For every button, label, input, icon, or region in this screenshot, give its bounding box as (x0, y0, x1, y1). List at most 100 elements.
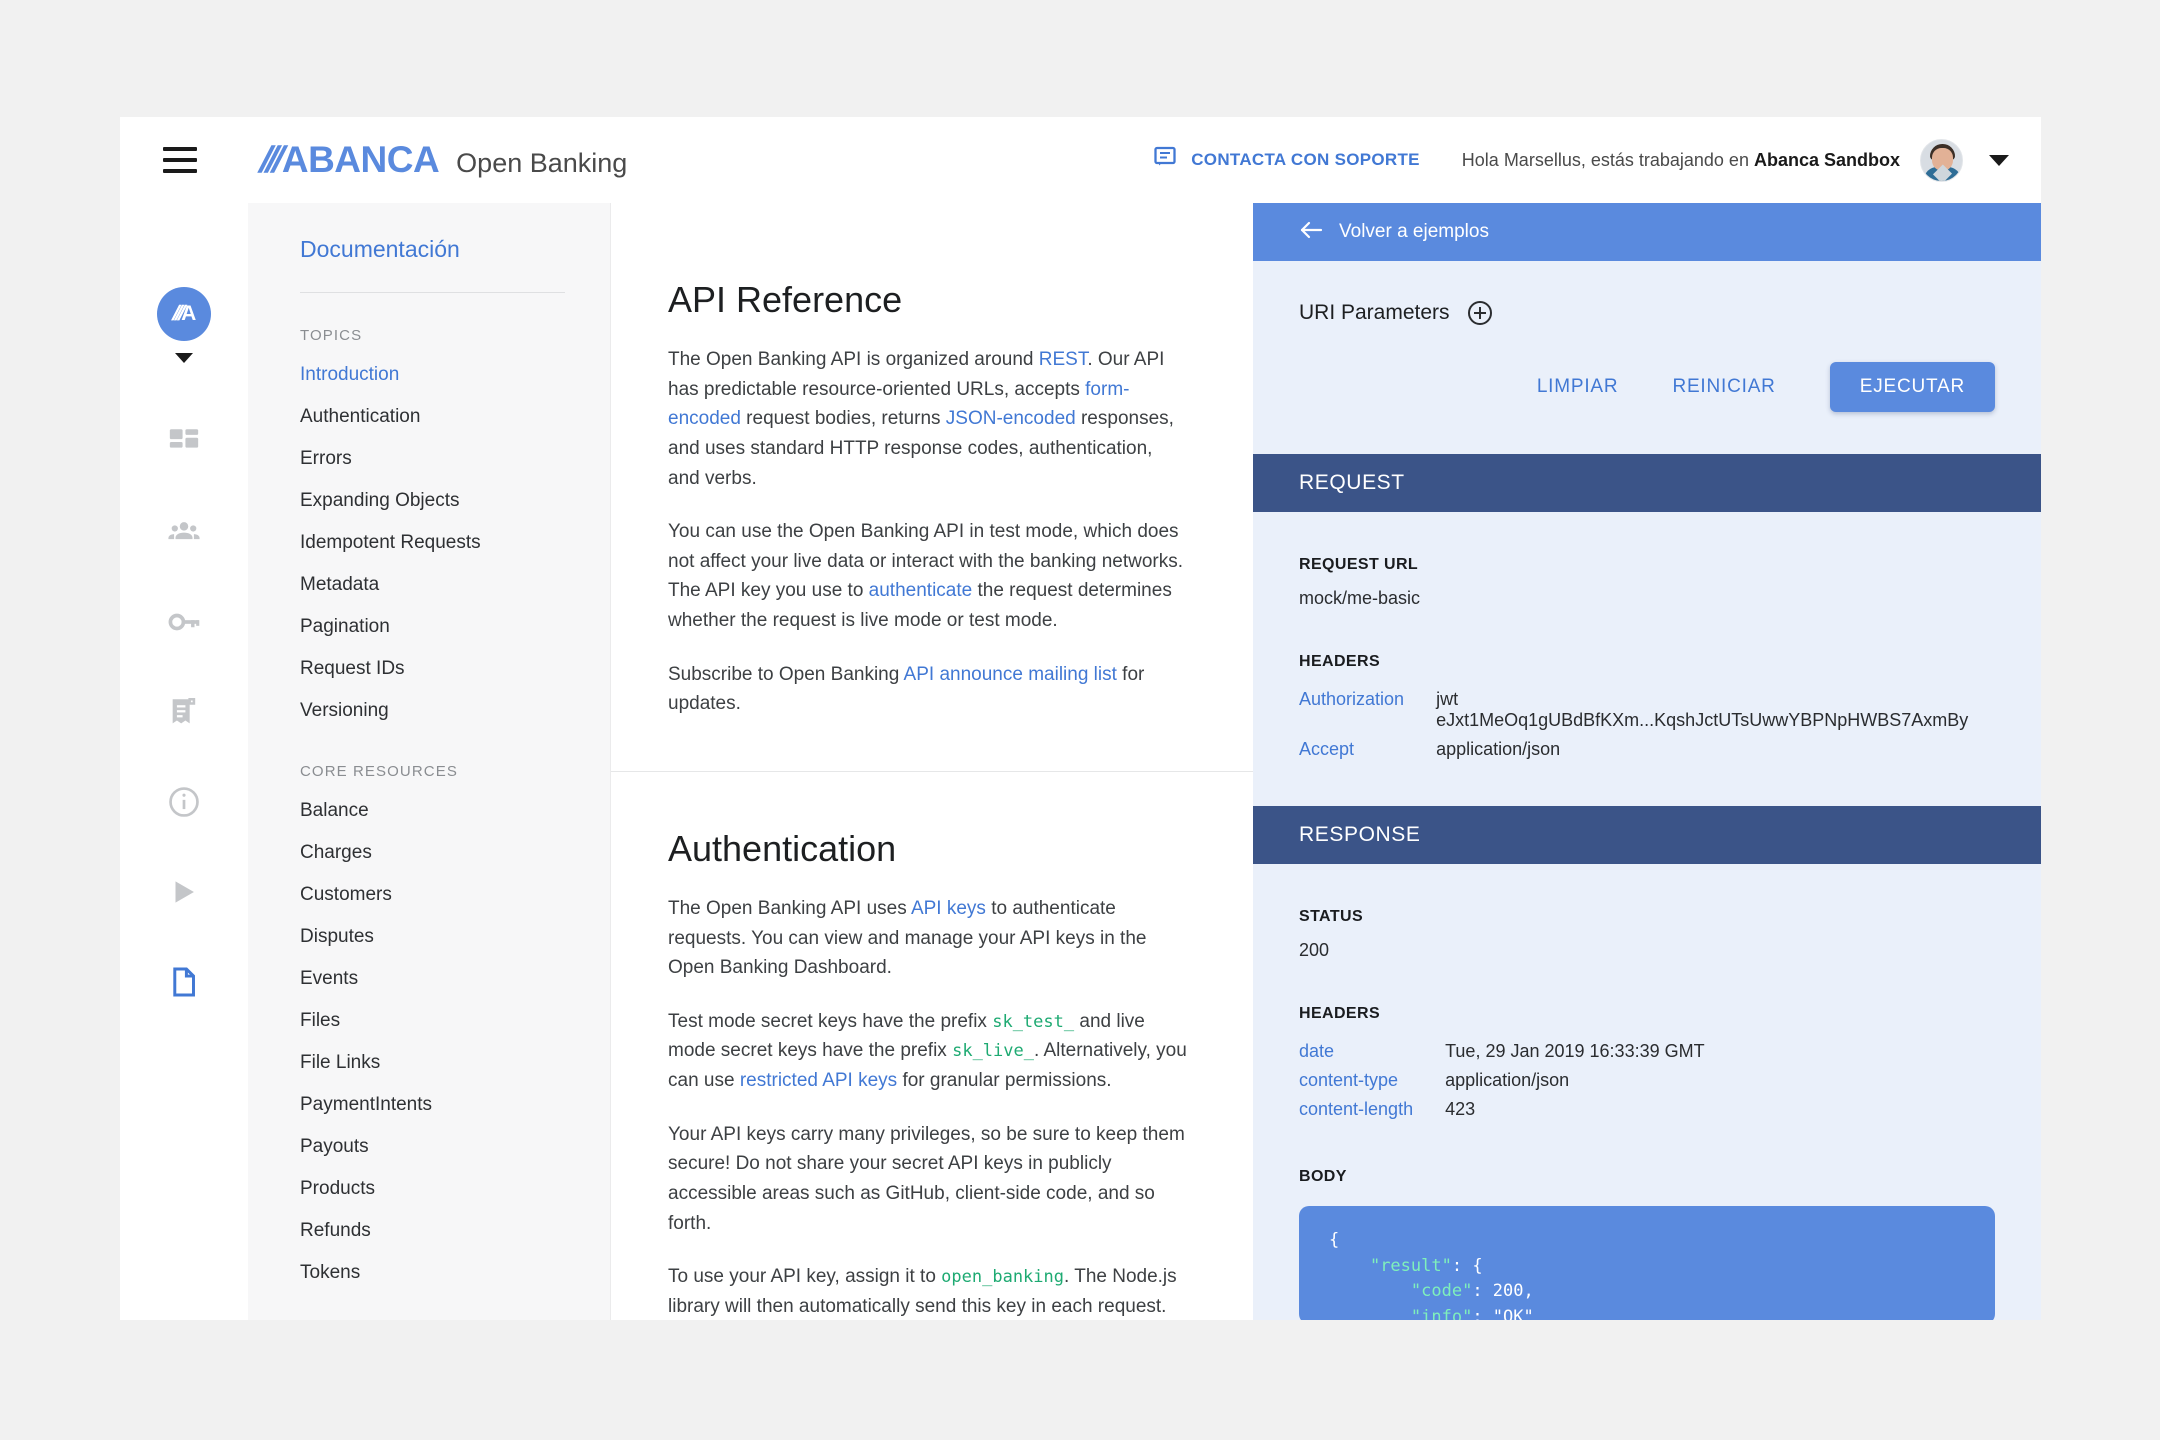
header-value-accept: application/json (1436, 739, 1561, 759)
api-explorer-panel: Volver a ejemplos URI Parameters LIMPIAR… (1253, 203, 2041, 1320)
header-key-content-type: content-type (1299, 1070, 1399, 1090)
text-fragment: for granular permissions. (897, 1070, 1112, 1091)
link-api-announce-mailing-list[interactable]: API announce mailing list (904, 664, 1117, 685)
sidebar-item-authentication[interactable]: Authentication (248, 406, 610, 428)
sidebar-item-idempotent-requests[interactable]: Idempotent Requests (248, 532, 610, 554)
response-headers-label: HEADERS (1299, 1005, 1381, 1022)
sidebar-item-products[interactable]: Products (248, 1178, 610, 1200)
header-key-date: date (1299, 1041, 1335, 1061)
table-row: content-length 423 (1299, 1095, 1705, 1124)
sidebar-item-refunds[interactable]: Refunds (248, 1220, 610, 1242)
workspace-avatar[interactable]: ///A (157, 287, 211, 341)
request-headers-table: Authorization jwt eJxt1MeOq1gUBdBfKXm...… (1299, 685, 1995, 764)
request-section-title: REQUEST (1299, 471, 1405, 494)
nav-group-label-topics: TOPICS (300, 327, 363, 344)
link-authenticate[interactable]: authenticate (869, 580, 973, 601)
response-headers-table: date Tue, 29 Jan 2019 16:33:39 GMT conte… (1299, 1037, 1705, 1124)
sidebar-item-paymentintents[interactable]: PaymentIntents (248, 1094, 610, 1116)
execute-button[interactable]: EJECUTAR (1829, 362, 1995, 412)
response-section-header: RESPONSE (1253, 806, 2041, 864)
brand-block: ///ABANCA Open Banking (255, 139, 628, 181)
receipt-icon[interactable] (161, 689, 207, 735)
sidebar-item-events[interactable]: Events (248, 968, 610, 990)
sidebar-item-charges[interactable]: Charges (248, 842, 610, 864)
request-url-value: mock/me-basic (1299, 588, 1421, 608)
request-url-label: REQUEST URL (1299, 556, 1419, 573)
header-key-content-length: content-length (1299, 1099, 1414, 1119)
sidebar-item-disputes[interactable]: Disputes (248, 926, 610, 948)
request-section-body: REQUEST URL mock/me-basic HEADERS Author… (1253, 512, 2041, 806)
sidebar-divider (300, 292, 565, 293)
sidebar-item-metadata[interactable]: Metadata (248, 574, 610, 596)
sidebar-item-errors[interactable]: Errors (248, 448, 610, 470)
contact-support-button[interactable]: CONTACTA CON SOPORTE (1153, 145, 1420, 176)
link-rest[interactable]: REST (1039, 349, 1088, 370)
documentation-content: API Reference The Open Banking API is or… (611, 203, 1253, 1320)
back-to-examples-button[interactable]: Volver a ejemplos (1253, 203, 2041, 261)
text-fragment: request bodies, returns (740, 408, 946, 430)
link-api-keys[interactable]: API keys (911, 898, 986, 919)
nav-group-label-core-resources: CORE RESOURCES (300, 763, 458, 780)
hamburger-menu-icon[interactable] (163, 147, 197, 173)
people-icon[interactable] (161, 509, 207, 555)
auth-paragraph-2: Test mode secret keys have the prefix sk… (668, 1007, 1189, 1096)
document-icon[interactable] (161, 959, 207, 1005)
sidebar-item-expanding-objects[interactable]: Expanding Objects (248, 490, 610, 512)
sidebar-item-files[interactable]: Files (248, 1010, 610, 1032)
sidebar-title[interactable]: Documentación (248, 203, 610, 263)
sidebar-item-balance[interactable]: Balance (248, 800, 610, 822)
workspace-avatar-label: ///A (169, 302, 196, 325)
text-fragment: Test mode secret keys have the prefix (668, 1010, 993, 1032)
avatar[interactable] (1920, 138, 1963, 182)
table-row: Accept application/json (1299, 735, 1995, 764)
plus-circle-icon[interactable] (1467, 301, 1492, 325)
sidebar-item-versioning[interactable]: Versioning (248, 700, 610, 722)
dashboard-icon[interactable] (161, 419, 207, 465)
section-authentication: Authentication The Open Banking API uses… (611, 772, 1253, 1320)
app-window: ///ABANCA Open Banking CONTACTA CON SOPO… (120, 117, 2041, 1320)
workspace-name: Abanca Sandbox (1753, 149, 1900, 170)
sidebar-item-file-links[interactable]: File Links (248, 1052, 610, 1074)
sidebar-item-request-ids[interactable]: Request IDs (248, 658, 610, 680)
code-sk-test: sk_test_ (992, 1011, 1075, 1032)
page-title: API Reference (668, 279, 903, 320)
sidebar-item-tokens[interactable]: Tokens (248, 1262, 610, 1284)
sidebar-item-pagination[interactable]: Pagination (248, 616, 610, 638)
icon-rail: ///A (120, 203, 248, 1320)
play-icon[interactable] (161, 869, 207, 915)
logo-text: ABANCA (281, 139, 440, 180)
table-row: date Tue, 29 Jan 2019 16:33:39 GMT (1299, 1037, 1705, 1066)
back-to-examples-label: Volver a ejemplos (1339, 221, 1489, 242)
header-value-content-length: 423 (1445, 1099, 1476, 1119)
response-body-label: BODY (1299, 1168, 1347, 1185)
code-open-banking: open_banking (941, 1267, 1064, 1288)
link-json-encoded[interactable]: JSON-encoded (946, 408, 1076, 429)
request-section-header: REQUEST (1253, 454, 2041, 512)
status-badge: 200 (1299, 940, 1330, 960)
sidebar-item-payouts[interactable]: Payouts (248, 1136, 610, 1158)
info-icon[interactable] (161, 779, 207, 825)
sidebar-item-customers[interactable]: Customers (248, 884, 610, 906)
auth-paragraph-1: The Open Banking API uses API keys to au… (668, 894, 1189, 983)
workspace-chevron-down-icon[interactable] (175, 353, 193, 363)
header-value-authorization: jwt eJxt1MeOq1gUBdBfKXm...KqshJctUTsUwwY… (1436, 689, 1969, 730)
section-api-reference: API Reference The Open Banking API is or… (611, 203, 1253, 719)
reset-button[interactable]: REINICIAR (1672, 376, 1775, 398)
uri-parameters-row: URI Parameters (1299, 261, 1995, 325)
chat-message-icon (1153, 145, 1179, 176)
auth-paragraph-4: To use your API key, assign it to open_b… (668, 1262, 1189, 1320)
clear-button[interactable]: LIMPIAR (1537, 376, 1619, 398)
link-restricted-api-keys[interactable]: restricted API keys (740, 1070, 897, 1091)
header-value-date: Tue, 29 Jan 2019 16:33:39 GMT (1445, 1041, 1705, 1061)
auth-paragraph-3: Your API keys carry many privileges, so … (668, 1123, 1185, 1234)
api-ref-paragraph-2: You can use the Open Banking API in test… (668, 517, 1189, 636)
uri-parameters-area: URI Parameters LIMPIAR REINICIAR EJECUTA… (1253, 261, 2041, 454)
sidebar-item-introduction[interactable]: Introduction (248, 364, 610, 386)
text-fragment: The Open Banking API is organized around (668, 349, 1039, 370)
chevron-down-icon[interactable] (1989, 154, 2009, 166)
section-title-authentication: Authentication (668, 827, 897, 869)
api-ref-paragraph-1: The Open Banking API is organized around… (668, 345, 1189, 493)
top-header: ///ABANCA Open Banking CONTACTA CON SOPO… (120, 117, 2041, 203)
key-icon[interactable] (161, 599, 207, 645)
table-row: content-type application/json (1299, 1066, 1705, 1095)
